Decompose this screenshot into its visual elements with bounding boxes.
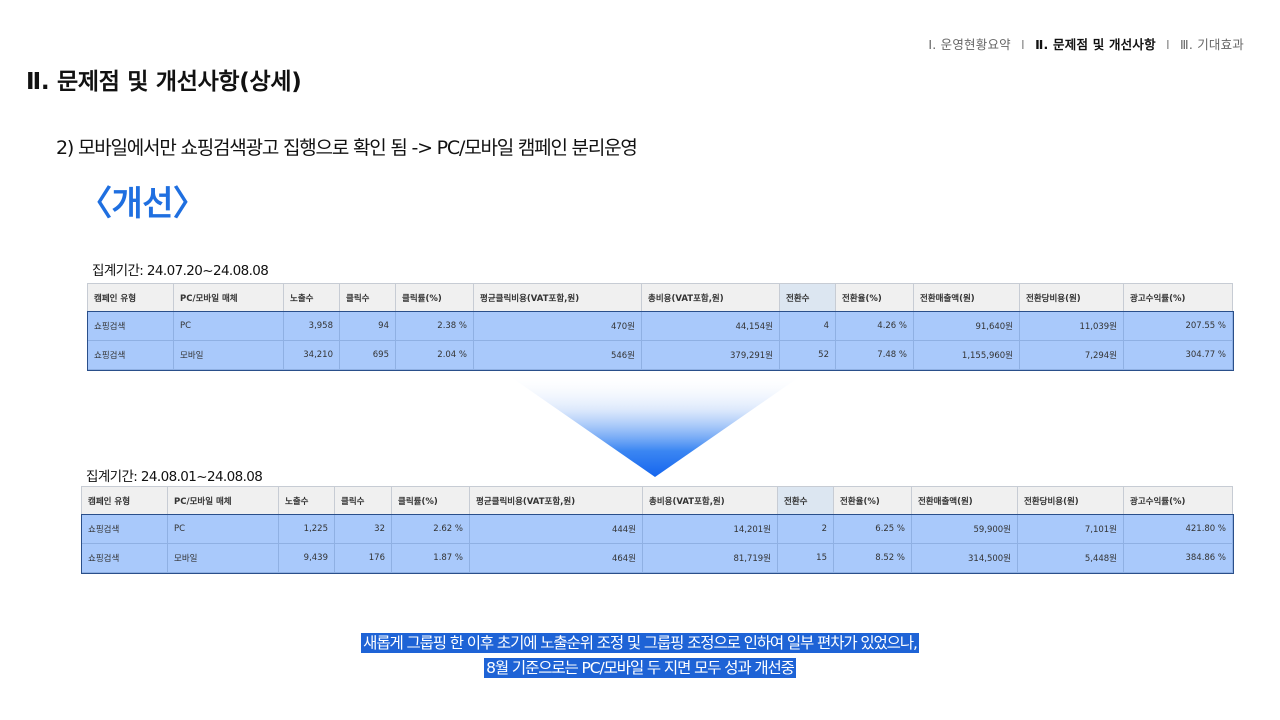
cell-revenue: 59,900원 <box>911 514 1018 544</box>
col-header-roas: 광고수익률(%) <box>1123 283 1233 312</box>
col-header-media: PC/모바일 매체 <box>173 283 284 312</box>
cell-roas: 304.77 % <box>1123 340 1233 370</box>
cell-campaign-type: 쇼핑검색 <box>81 543 168 573</box>
cell-ctr: 1.87 % <box>391 543 470 573</box>
cell-campaign-type: 쇼핑검색 <box>87 340 174 370</box>
cell-media: PC <box>167 514 279 544</box>
nav-separator: I <box>1021 37 1025 52</box>
col-header-ctr: 클릭률(%) <box>395 283 474 312</box>
col-header-avg-cpc: 평균클릭비용(VAT포함,원) <box>473 283 642 312</box>
col-header-campaign-type: 캠페인 유형 <box>87 283 174 312</box>
col-header-conversions: 전환수 <box>779 283 836 312</box>
cell-cvr: 7.48 % <box>835 340 914 370</box>
cell-media: 모바일 <box>167 543 279 573</box>
period-label-after: 집계기간: 24.08.01~24.08.08 <box>86 469 263 485</box>
cell-campaign-type: 쇼핑검색 <box>81 514 168 544</box>
col-header-total-cost: 총비용(VAT포함,원) <box>641 283 780 312</box>
col-header-revenue: 전환매출액(원) <box>911 486 1018 515</box>
cell-roas: 421.80 % <box>1123 514 1233 544</box>
page-title: Ⅱ. 문제점 및 개선사항(상세) <box>26 69 302 95</box>
table-row: 쇼핑검색 모바일 9,439 176 1.87 % 464원 81,719원 1… <box>81 543 1233 573</box>
cell-cvr: 4.26 % <box>835 311 914 341</box>
col-header-cpa: 전환당비용(원) <box>1019 283 1124 312</box>
cell-avg-cpc: 470원 <box>473 311 642 341</box>
cell-cpa: 7,294원 <box>1019 340 1124 370</box>
cell-roas: 384.86 % <box>1123 543 1233 573</box>
col-header-total-cost: 총비용(VAT포함,원) <box>642 486 778 515</box>
cell-clicks: 94 <box>339 311 396 341</box>
col-header-cvr: 전환율(%) <box>833 486 912 515</box>
cell-total-cost: 379,291원 <box>641 340 780 370</box>
cell-cpa: 5,448원 <box>1017 543 1124 573</box>
cell-total-cost: 81,719원 <box>642 543 778 573</box>
col-header-ctr: 클릭률(%) <box>391 486 470 515</box>
cell-revenue: 1,155,960원 <box>913 340 1020 370</box>
summary-line-1: 새롭게 그룹핑 한 이후 초기에 노출순위 조정 및 그룹핑 조정으로 인하여 … <box>361 633 919 653</box>
cell-roas: 207.55 % <box>1123 311 1233 341</box>
cell-conversions: 52 <box>779 340 836 370</box>
nav-item-effects[interactable]: Ⅲ. 기대효과 <box>1180 37 1244 52</box>
table-row: 쇼핑검색 모바일 34,210 695 2.04 % 546원 379,291원… <box>87 340 1233 370</box>
col-header-avg-cpc: 평균클릭비용(VAT포함,원) <box>469 486 643 515</box>
summary-line-2: 8월 기준으로는 PC/모바일 두 지면 모두 성과 개선중 <box>484 658 796 678</box>
cell-cpa: 11,039원 <box>1019 311 1124 341</box>
table-header-row: 캠페인 유형 PC/모바일 매체 노출수 클릭수 클릭률(%) 평균클릭비용(V… <box>81 486 1233 515</box>
period-label-before: 집계기간: 24.07.20~24.08.08 <box>92 263 269 279</box>
cell-revenue: 91,640원 <box>913 311 1020 341</box>
table-row: 쇼핑검색 PC 1,225 32 2.62 % 444원 14,201원 2 6… <box>81 514 1233 544</box>
cell-clicks: 32 <box>334 514 392 544</box>
cell-revenue: 314,500원 <box>911 543 1018 573</box>
section-subtitle: 2) 모바일에서만 쇼핑검색광고 집행으로 확인 됨 -> PC/모바일 캠페인… <box>56 137 638 159</box>
col-header-impressions: 노출수 <box>278 486 335 515</box>
cell-ctr: 2.04 % <box>395 340 474 370</box>
cell-cpa: 7,101원 <box>1017 514 1124 544</box>
campaign-table-before: 캠페인 유형 PC/모바일 매체 노출수 클릭수 클릭률(%) 평균클릭비용(V… <box>86 283 1234 371</box>
cell-conversions: 4 <box>779 311 836 341</box>
col-header-campaign-type: 캠페인 유형 <box>81 486 168 515</box>
cell-media: 모바일 <box>173 340 284 370</box>
cell-conversions: 2 <box>777 514 834 544</box>
cell-total-cost: 44,154원 <box>641 311 780 341</box>
cell-impressions: 9,439 <box>278 543 335 573</box>
cell-total-cost: 14,201원 <box>642 514 778 544</box>
cell-cvr: 6.25 % <box>833 514 912 544</box>
cell-avg-cpc: 464원 <box>469 543 643 573</box>
col-header-media: PC/모바일 매체 <box>167 486 279 515</box>
col-header-roas: 광고수익률(%) <box>1123 486 1233 515</box>
nav-item-issues[interactable]: Ⅱ. 문제점 및 개선사항 <box>1035 37 1156 52</box>
nav-item-summary[interactable]: Ⅰ. 운영현황요약 <box>928 37 1010 52</box>
cell-impressions: 1,225 <box>278 514 335 544</box>
cell-impressions: 34,210 <box>283 340 340 370</box>
col-header-conversions: 전환수 <box>777 486 834 515</box>
section-nav: Ⅰ. 운영현황요약 I Ⅱ. 문제점 및 개선사항 I Ⅲ. 기대효과 <box>928 34 1244 53</box>
down-arrow-icon <box>505 373 805 477</box>
cell-clicks: 176 <box>334 543 392 573</box>
cell-campaign-type: 쇼핑검색 <box>87 311 174 341</box>
col-header-revenue: 전환매출액(원) <box>913 283 1020 312</box>
cell-ctr: 2.62 % <box>391 514 470 544</box>
cell-conversions: 15 <box>777 543 834 573</box>
nav-separator: I <box>1165 37 1170 52</box>
summary-note: 새롭게 그룹핑 한 이후 초기에 노출순위 조정 및 그룹핑 조정으로 인하여 … <box>0 631 1280 681</box>
col-header-cpa: 전환당비용(원) <box>1017 486 1124 515</box>
cell-cvr: 8.52 % <box>833 543 912 573</box>
col-header-cvr: 전환율(%) <box>835 283 914 312</box>
cell-media: PC <box>173 311 284 341</box>
cell-ctr: 2.38 % <box>395 311 474 341</box>
improvement-heading: 〈개선〉 <box>78 184 207 224</box>
table-row: 쇼핑검색 PC 3,958 94 2.38 % 470원 44,154원 4 4… <box>87 311 1233 341</box>
cell-clicks: 695 <box>339 340 396 370</box>
cell-avg-cpc: 546원 <box>473 340 642 370</box>
cell-impressions: 3,958 <box>283 311 340 341</box>
campaign-table-after: 캠페인 유형 PC/모바일 매체 노출수 클릭수 클릭률(%) 평균클릭비용(V… <box>80 486 1234 574</box>
col-header-clicks: 클릭수 <box>339 283 396 312</box>
cell-avg-cpc: 444원 <box>469 514 643 544</box>
col-header-clicks: 클릭수 <box>334 486 392 515</box>
table-header-row: 캠페인 유형 PC/모바일 매체 노출수 클릭수 클릭률(%) 평균클릭비용(V… <box>87 283 1233 312</box>
col-header-impressions: 노출수 <box>283 283 340 312</box>
